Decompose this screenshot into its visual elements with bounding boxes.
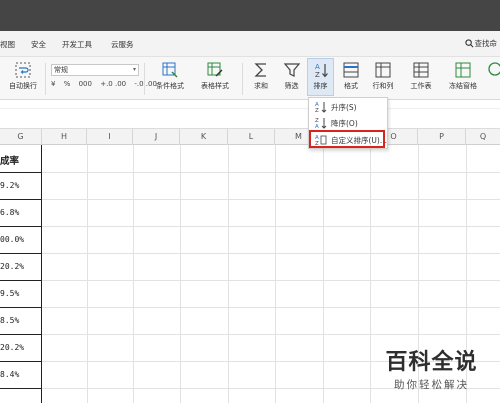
sort-ascending-item[interactable]: AZ 升序(S) bbox=[310, 99, 388, 115]
table-cell[interactable]: 20.2% bbox=[0, 343, 42, 352]
watermark-subtitle: 助你轻松解决 bbox=[394, 379, 469, 391]
format-icon bbox=[343, 62, 359, 78]
increase-decimal-button[interactable]: +.0 .00 bbox=[100, 80, 126, 88]
more-tool-button[interactable] bbox=[486, 61, 500, 79]
sum-label: 求和 bbox=[254, 82, 268, 90]
autowrap-label: 自动换行 bbox=[9, 82, 37, 90]
rows-cols-button[interactable]: 行和列 bbox=[368, 61, 398, 91]
column-header-h[interactable]: H bbox=[42, 129, 87, 145]
divider bbox=[45, 63, 46, 95]
freeze-panes-icon bbox=[455, 62, 471, 78]
table-cell[interactable]: 9.5% bbox=[0, 289, 42, 298]
sort-label: 排序 bbox=[313, 82, 328, 90]
menu-cloud-service[interactable]: 云服务 bbox=[111, 39, 134, 50]
sort-ascending-label: 升序(S) bbox=[331, 103, 357, 112]
table-style-button[interactable]: 表格样式 bbox=[195, 61, 235, 91]
table-cell[interactable]: 6.8% bbox=[0, 208, 42, 217]
search-command[interactable]: 查找命 bbox=[464, 38, 498, 49]
currency-button[interactable]: ¥ bbox=[51, 80, 55, 88]
sort-az-icon: AZ bbox=[315, 63, 328, 79]
freeze-panes-button[interactable]: 冻结窗格 bbox=[443, 61, 483, 91]
svg-text:Z: Z bbox=[315, 108, 319, 113]
sort-ascending-icon: AZ bbox=[315, 102, 327, 113]
column-header-g[interactable]: G bbox=[0, 129, 42, 145]
rows-cols-label: 行和列 bbox=[372, 82, 394, 90]
column-header-k[interactable]: K bbox=[180, 129, 228, 145]
sort-descending-icon: ZA bbox=[315, 118, 327, 129]
table-cell[interactable]: 8.4% bbox=[0, 370, 42, 379]
window-titlebar bbox=[0, 0, 500, 31]
circle-icon bbox=[488, 62, 500, 76]
table-cell[interactable]: 00.0% bbox=[0, 235, 42, 244]
menu-bar: 视图 安全 开发工具 云服务 查找命 bbox=[0, 31, 500, 57]
sum-button[interactable]: 求和 bbox=[248, 61, 274, 91]
autowrap-button[interactable]: 自动换行 bbox=[4, 61, 42, 91]
format-button[interactable]: 格式 bbox=[338, 61, 364, 91]
number-format-buttons: ¥ % 000 +.0 .00 -.0 .00 bbox=[51, 80, 163, 92]
column-header-j[interactable]: J bbox=[133, 129, 180, 145]
freeze-panes-label: 冻结窗格 bbox=[449, 82, 477, 90]
table-cell[interactable]: 20.2% bbox=[0, 262, 42, 271]
filter-label: 筛选 bbox=[284, 82, 299, 90]
format-label: 格式 bbox=[344, 82, 358, 90]
cell-header[interactable]: 成率 bbox=[0, 153, 42, 167]
search-icon bbox=[464, 39, 473, 48]
menu-view[interactable]: 视图 bbox=[0, 39, 15, 50]
menu-developer-tools[interactable]: 开发工具 bbox=[62, 39, 92, 50]
chevron-down-icon: ▾ bbox=[132, 66, 136, 73]
divider bbox=[242, 63, 243, 95]
column-g-cells: 成率 9.2% 6.8% 00.0% 20.2% 9.5% 8.5% 20.2%… bbox=[0, 145, 42, 403]
column-header-q[interactable]: Q bbox=[466, 129, 500, 145]
table-style-icon bbox=[207, 62, 223, 77]
table-cell[interactable]: 9.2% bbox=[0, 181, 42, 190]
highlight-box bbox=[309, 130, 385, 148]
number-format-select[interactable]: 常规 ▾ bbox=[51, 64, 139, 76]
sort-descending-item[interactable]: ZA 降序(O) bbox=[310, 115, 388, 131]
svg-text:A: A bbox=[315, 63, 320, 71]
column-headers: G H I J K L M N O P Q bbox=[0, 129, 500, 145]
worksheet-icon bbox=[413, 62, 429, 78]
number-format-value: 常规 bbox=[54, 66, 68, 74]
filter-icon bbox=[283, 63, 300, 77]
decrease-decimal-button[interactable]: -.0 .00 bbox=[134, 80, 157, 88]
filter-button[interactable]: 筛选 bbox=[278, 61, 305, 91]
worksheet-label: 工作表 bbox=[410, 82, 432, 90]
svg-text:A: A bbox=[315, 124, 319, 129]
table-style-label: 表格样式 bbox=[201, 82, 229, 90]
search-label: 查找命 bbox=[474, 39, 498, 48]
formula-bar bbox=[0, 100, 500, 129]
rows-cols-icon bbox=[375, 62, 391, 78]
percent-button[interactable]: % bbox=[64, 80, 71, 88]
thousands-button[interactable]: 000 bbox=[79, 80, 92, 88]
wrap-text-icon bbox=[15, 62, 31, 78]
conditional-format-icon bbox=[162, 62, 178, 78]
column-header-p[interactable]: P bbox=[418, 129, 466, 145]
worksheet-button[interactable]: 工作表 bbox=[403, 61, 439, 91]
sigma-icon bbox=[254, 63, 266, 77]
table-cell[interactable]: 8.5% bbox=[0, 316, 42, 325]
sort-descending-label: 降序(O) bbox=[331, 119, 358, 128]
column-header-i[interactable]: I bbox=[87, 129, 133, 145]
column-header-l[interactable]: L bbox=[228, 129, 275, 145]
sort-button[interactable]: AZ 排序 bbox=[307, 61, 334, 91]
svg-text:Z: Z bbox=[315, 71, 320, 79]
watermark: 百科全说 助你轻松解决 bbox=[374, 344, 489, 392]
watermark-title: 百科全说 bbox=[385, 350, 478, 375]
menu-security[interactable]: 安全 bbox=[31, 39, 46, 50]
